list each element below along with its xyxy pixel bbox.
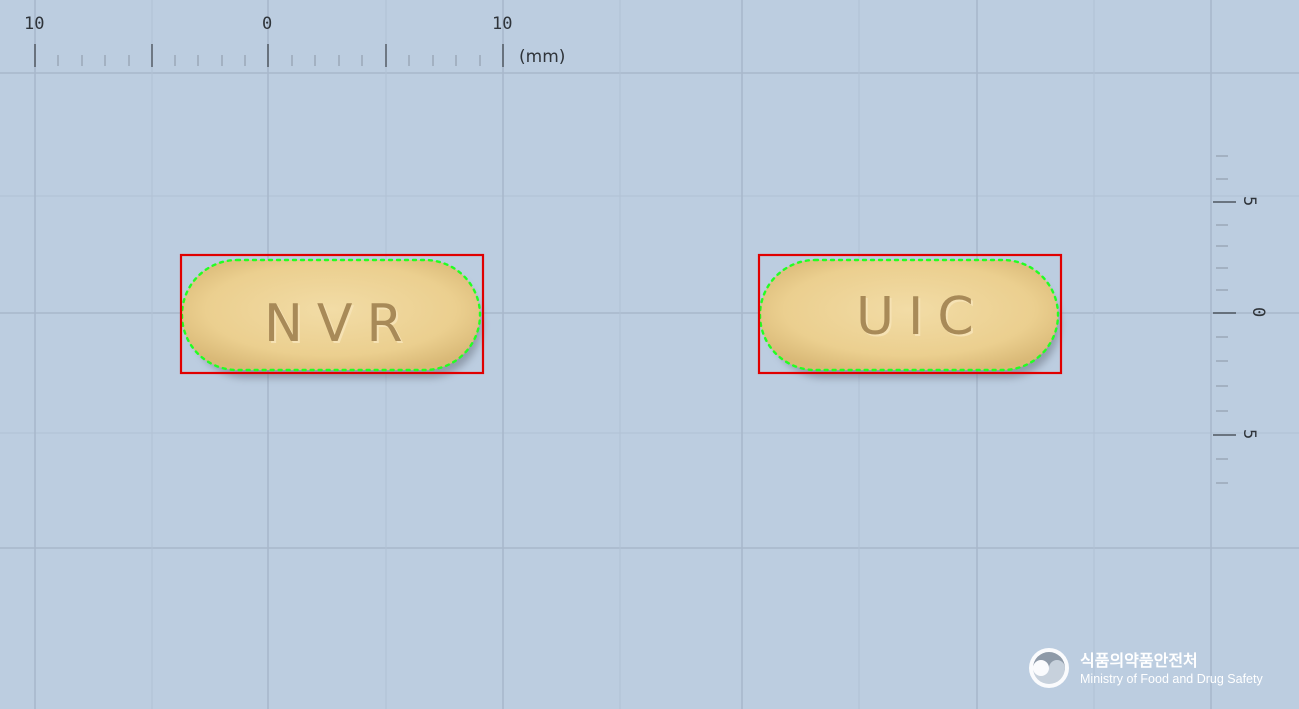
pill-image: 10 0 10 (mm) 5 0 5 NVR NVR UIC UIC 식품의약품… [0, 0, 1299, 709]
right-ruler-label-bottom: 5 [1239, 429, 1259, 439]
pill-right-imprint: UIC [856, 287, 988, 347]
top-ruler: 10 0 10 (mm) [24, 14, 565, 67]
pill-left-imprint: NVR [264, 294, 417, 354]
mfds-emblem-icon [1029, 648, 1069, 688]
background-grid [0, 0, 1299, 709]
right-ruler: 5 0 5 [1213, 155, 1268, 484]
right-ruler-label-zero: 0 [1248, 307, 1268, 317]
top-ruler-unit: (mm) [519, 47, 565, 67]
pill-right: UIC UIC [757, 253, 1063, 378]
pill-left: NVR NVR [179, 253, 485, 378]
logo-english-text: Ministry of Food and Drug Safety [1080, 672, 1263, 686]
mfds-logo: 식품의약품안전처 Ministry of Food and Drug Safet… [1029, 648, 1263, 688]
right-ruler-label-top: 5 [1239, 196, 1259, 206]
logo-korean-text: 식품의약품안전처 [1080, 651, 1198, 670]
top-ruler-label-right: 10 [492, 14, 512, 34]
top-ruler-label-zero: 0 [262, 14, 272, 34]
top-ruler-label-left: 10 [24, 14, 44, 34]
